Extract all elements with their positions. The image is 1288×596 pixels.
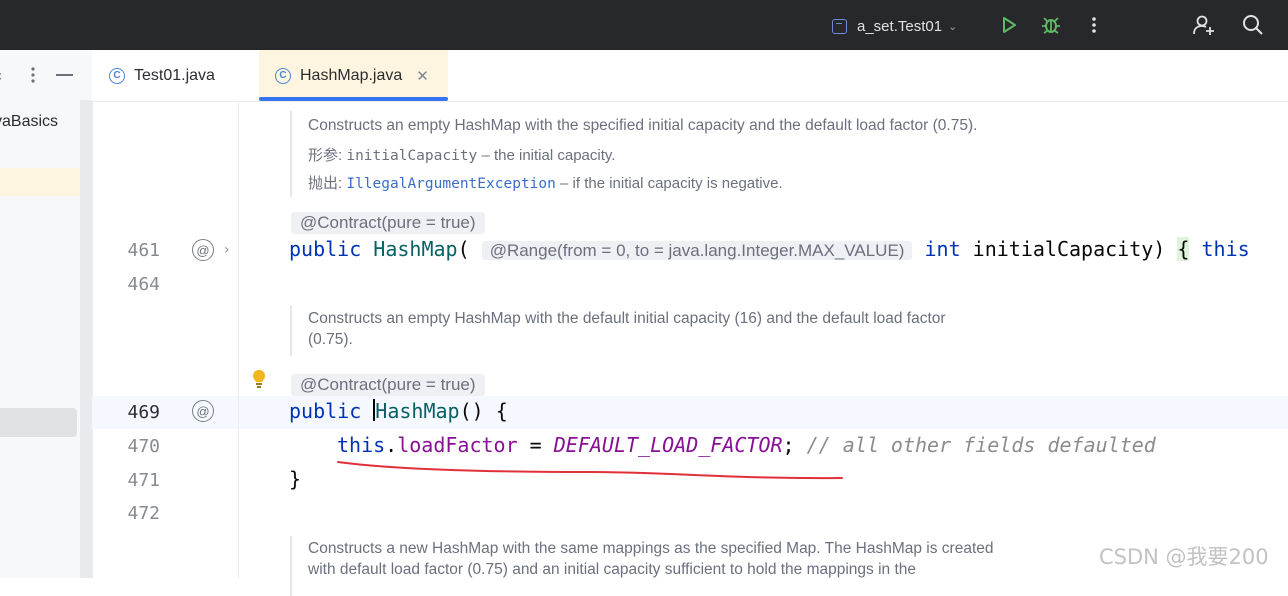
active-tab-indicator <box>259 97 448 101</box>
javadoc-block: Constructs an empty HashMap with the spe… <box>290 111 1108 197</box>
add-user-icon[interactable] <box>1191 12 1217 38</box>
exception-link[interactable]: IllegalArgumentException <box>346 176 556 192</box>
project-panel-header: ‹ <box>0 50 92 100</box>
more-icon[interactable] <box>1081 12 1107 38</box>
chevron-down-icon: ⌄ <box>948 19 958 33</box>
close-icon[interactable]: ✕ <box>416 67 429 85</box>
chevron-right-icon[interactable]: › <box>224 242 230 258</box>
line-number: 461 <box>127 240 160 261</box>
contract-annotation: @Contract(pure = true) <box>291 212 485 234</box>
line-number: 470 <box>127 436 160 457</box>
contract-annotation: @Contract(pure = true) <box>291 374 485 396</box>
code-line-471[interactable]: } <box>289 467 301 491</box>
red-underline-annotation <box>337 461 843 480</box>
current-line-highlight <box>92 396 1288 429</box>
tab-test01[interactable]: C Test01.java <box>109 50 215 101</box>
override-icon[interactable]: @ <box>192 239 214 261</box>
tab-label: HashMap.java <box>300 66 403 84</box>
lightbulb-icon[interactable] <box>252 369 266 393</box>
doc-params: 形参: initialCapacity – the initial capaci… <box>308 147 616 164</box>
project-tree-highlight[interactable] <box>0 168 80 196</box>
gutter-divider <box>238 101 239 578</box>
javadoc-block: Constructs a new HashMap with the same m… <box>290 536 1108 596</box>
project-tree-selected[interactable] <box>0 408 77 437</box>
line-number: 464 <box>127 274 160 295</box>
code-line-461[interactable]: public HashMap( @Range(from = 0, to = ja… <box>289 237 1250 261</box>
project-tree-item[interactable]: vaBasics <box>0 113 58 131</box>
doc-text: Constructs an empty HashMap with the spe… <box>308 117 978 134</box>
code-line-469[interactable]: public HashMap() { <box>289 399 508 423</box>
tab-hashmap[interactable]: C HashMap.java ✕ <box>259 50 448 101</box>
range-inlay: @Range(from = 0, to = java.lang.Integer.… <box>481 241 913 260</box>
collapse-icon[interactable]: ‹ <box>0 66 2 85</box>
override-icon[interactable]: @ <box>192 400 214 422</box>
watermark: CSDN @我要200 <box>1099 545 1269 569</box>
class-icon: C <box>275 67 291 84</box>
minimize-icon[interactable] <box>56 74 73 76</box>
config-icon <box>832 18 847 34</box>
doc-throws: 抛出: IllegalArgumentException – if the in… <box>308 175 783 192</box>
line-number: 471 <box>127 470 160 491</box>
run-icon[interactable] <box>996 12 1022 38</box>
javadoc-block: Constructs an empty HashMap with the def… <box>290 306 1108 356</box>
code-line-470[interactable]: this.loadFactor = DEFAULT_LOAD_FACTOR; /… <box>337 433 1156 457</box>
run-config-label: a_set.Test01 <box>857 17 943 35</box>
debug-icon[interactable] <box>1038 12 1064 38</box>
options-icon[interactable] <box>30 66 36 88</box>
line-number: 472 <box>127 503 160 524</box>
tab-label: Test01.java <box>134 66 215 84</box>
title-bar: a_set.Test01 ⌄ <box>0 0 1288 50</box>
search-icon[interactable] <box>1240 12 1266 38</box>
line-number: 469 <box>127 402 160 423</box>
class-icon: C <box>109 67 125 84</box>
run-config-selector[interactable]: a_set.Test01 ⌄ <box>832 15 957 37</box>
